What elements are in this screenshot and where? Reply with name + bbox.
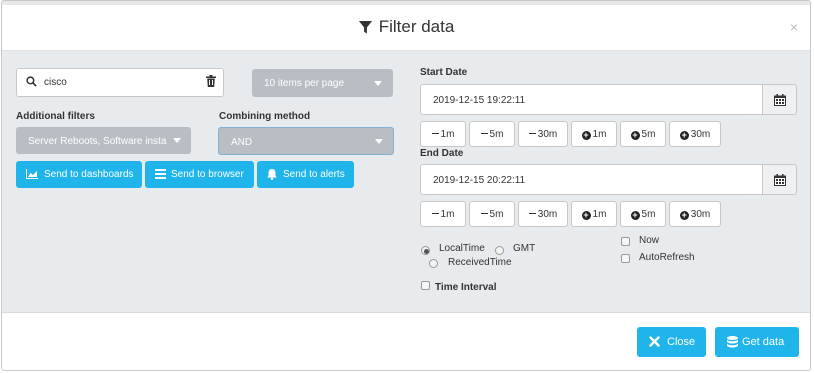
combining-method-select[interactable]: AND — [218, 127, 394, 155]
minus-icon — [431, 212, 439, 214]
close-icon — [649, 336, 660, 347]
bell-icon — [267, 169, 277, 180]
additional-filters-label: Additional filters — [16, 111, 95, 122]
radio-receivedtime-label: ReceivedTime — [448, 257, 512, 268]
time-interval-label: Time Interval — [435, 282, 497, 293]
minus-icon — [480, 212, 488, 214]
end-plus-1m-button[interactable]: +1m — [571, 201, 617, 227]
end-plus-30m-button[interactable]: +30m — [669, 201, 721, 227]
start-date-label: Start Date — [420, 67, 468, 78]
start-minus-1m-button[interactable]: 1m — [420, 121, 466, 147]
filter-panel: cisco 10 items per page Additional filte… — [2, 51, 810, 312]
chevron-down-icon — [173, 138, 181, 143]
radio-localtime-label: LocalTime — [439, 243, 485, 254]
start-date-input[interactable]: 2019-12-15 19:22:11 — [420, 84, 763, 115]
database-icon — [727, 336, 738, 348]
start-minus-5m-button[interactable]: 5m — [469, 121, 515, 147]
calendar-icon — [774, 174, 786, 186]
end-date-label: End Date — [420, 148, 464, 159]
start-plus-5m-button[interactable]: +5m — [620, 121, 666, 147]
now-label: Now — [639, 235, 660, 246]
additional-filters-value: Server Reboots, Software installa — [28, 136, 167, 147]
end-date-input[interactable]: 2019-12-15 20:22:11 — [420, 164, 763, 195]
chevron-down-icon — [375, 139, 383, 144]
trash-icon[interactable] — [206, 75, 216, 87]
close-x-button[interactable]: × — [790, 19, 798, 35]
plus-circle-icon: + — [630, 210, 640, 220]
end-date-calendar-button[interactable] — [762, 164, 797, 195]
list-icon — [155, 169, 166, 179]
send-to-alerts-button[interactable]: Send to alerts — [257, 161, 354, 188]
now-checkbox[interactable] — [621, 237, 630, 246]
autorefresh-checkbox[interactable] — [621, 254, 630, 263]
combining-method-value: AND — [231, 137, 253, 148]
start-plus-1m-button[interactable]: +1m — [571, 121, 617, 147]
radio-receivedtime[interactable] — [429, 259, 438, 268]
start-minus-30m-button[interactable]: 30m — [518, 121, 568, 147]
radio-gmt-label: GMT — [513, 243, 536, 254]
search-value: cisco — [44, 77, 67, 88]
start-plus-30m-button[interactable]: +30m — [669, 121, 721, 147]
search-input[interactable]: cisco — [16, 68, 224, 97]
modal-footer: Close Get data — [2, 312, 810, 370]
plus-circle-icon: + — [581, 210, 591, 220]
area-chart-icon — [26, 169, 38, 179]
minus-icon — [480, 132, 488, 134]
send-to-alerts-label: Send to alerts — [283, 169, 345, 180]
plus-circle-icon: + — [679, 130, 689, 140]
combining-method-label: Combining method — [219, 111, 311, 122]
items-per-page-value: 10 items per page — [264, 78, 345, 89]
autorefresh-label: AutoRefresh — [639, 252, 695, 263]
modal-header: Filter data × — [2, 5, 810, 51]
start-date-calendar-button[interactable] — [762, 84, 797, 115]
close-label: Close — [667, 336, 696, 348]
filter-data-modal: Filter data × cisco 10 items per page Ad… — [1, 0, 811, 371]
minus-icon — [431, 132, 439, 134]
search-icon — [26, 76, 37, 87]
calendar-icon — [774, 94, 786, 106]
send-to-browser-button[interactable]: Send to browser — [145, 161, 254, 188]
minus-icon — [528, 212, 536, 214]
additional-filters-select[interactable]: Server Reboots, Software installa — [16, 127, 191, 154]
get-data-label: Get data — [742, 336, 785, 348]
plus-circle-icon: + — [679, 210, 689, 220]
items-per-page-select[interactable]: 10 items per page — [252, 69, 393, 97]
end-minus-1m-button[interactable]: 1m — [420, 201, 466, 227]
modal-title-wrap: Filter data — [2, 17, 810, 37]
funnel-icon — [358, 20, 372, 34]
plus-circle-icon: + — [630, 130, 640, 140]
end-date-value: 2019-12-15 20:22:11 — [433, 175, 526, 186]
modal-title: Filter data — [378, 17, 455, 36]
radio-localtime[interactable] — [421, 246, 430, 255]
radio-gmt[interactable] — [495, 246, 504, 255]
end-plus-5m-button[interactable]: +5m — [620, 201, 666, 227]
end-minus-5m-button[interactable]: 5m — [469, 201, 515, 227]
close-button[interactable]: Close — [637, 327, 706, 357]
time-interval-checkbox[interactable] — [421, 281, 430, 290]
plus-circle-icon: + — [581, 130, 591, 140]
send-to-browser-label: Send to browser — [171, 169, 244, 180]
minus-icon — [528, 132, 536, 134]
send-to-dashboards-button[interactable]: Send to dashboards — [16, 161, 142, 188]
start-date-value: 2019-12-15 19:22:11 — [433, 95, 526, 106]
get-data-button[interactable]: Get data — [715, 327, 799, 357]
send-to-dashboards-label: Send to dashboards — [44, 169, 134, 180]
chevron-down-icon — [374, 81, 382, 86]
end-minus-30m-button[interactable]: 30m — [518, 201, 568, 227]
